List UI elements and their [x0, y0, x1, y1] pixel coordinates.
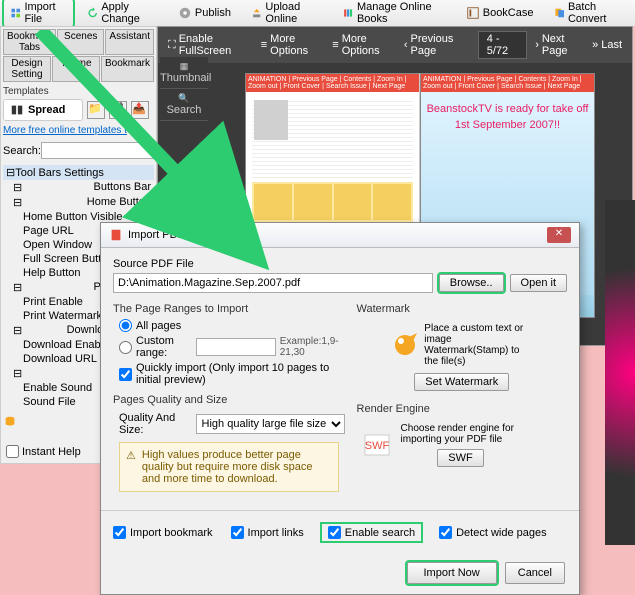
more-options-2[interactable]: ≡ More Options	[332, 33, 396, 57]
previous-page-button[interactable]: ‹ Previous Page	[404, 33, 470, 57]
detect-wide-checkbox[interactable]	[439, 526, 452, 539]
dialog-close-button[interactable]: ✕	[547, 227, 571, 243]
main-toolbar: Import File Apply Change Publish Upload …	[0, 0, 635, 26]
quality-size-label: Pages Quality and Size	[113, 394, 345, 406]
book-icon	[10, 103, 24, 117]
disk-icon	[178, 6, 192, 20]
watermark-text: Place a custom text or image Watermark(S…	[424, 323, 534, 367]
cartoon-strip	[252, 182, 413, 222]
tab-assistant[interactable]: Assistant	[105, 29, 154, 55]
import-now-button[interactable]: Import Now	[407, 562, 497, 584]
browse-button[interactable]: Browse..	[439, 274, 504, 292]
books-icon	[342, 6, 353, 20]
custom-range-input[interactable]	[196, 338, 276, 356]
watermark-icon	[389, 329, 421, 361]
tree-toolbar-settings[interactable]: ⊟Tool Bars Settings	[3, 165, 154, 180]
art-headline: BeanstockTV is ready for take off1st Sep…	[421, 92, 594, 140]
all-pages-radio[interactable]	[119, 319, 132, 332]
enable-fullscreen-button[interactable]: ⛶ Enable FullScreen	[168, 33, 253, 57]
manage-books-button[interactable]: Manage Online Books	[336, 0, 451, 27]
import-pdf-dialog: Import PDF ✕ Source PDF File Browse.. Op…	[100, 222, 580, 595]
import-icon	[10, 6, 21, 20]
svg-text:SWF: SWF	[364, 440, 389, 452]
tab-theme[interactable]: Theme	[52, 56, 100, 82]
search-tab[interactable]: 🔍Search	[160, 89, 208, 121]
pdf-icon	[109, 228, 123, 242]
import-bookmark-checkbox[interactable]	[113, 526, 126, 539]
cancel-button[interactable]: Cancel	[505, 562, 565, 584]
batch-convert-button[interactable]: Batch Convert	[548, 0, 632, 27]
db-icon	[3, 415, 17, 429]
render-engine-text: Choose render engine for importing your …	[401, 423, 521, 445]
warning-icon: ⚠	[126, 449, 136, 462]
custom-range-radio[interactable]	[119, 341, 132, 354]
tab-bookmark-tabs[interactable]: Bookmark Tabs	[3, 29, 56, 55]
dialog-title-text: Import PDF	[128, 229, 184, 241]
photo-placeholder	[254, 100, 288, 140]
apply-change-button[interactable]: Apply Change	[81, 0, 164, 27]
last-page-button[interactable]: » Last	[592, 39, 622, 51]
upload-icon	[251, 6, 262, 20]
publish-button[interactable]: Publish	[172, 4, 237, 22]
open-it-button[interactable]: Open it	[510, 274, 567, 292]
watermark-label: Watermark	[357, 303, 567, 315]
range-example: Example:1,9-21,30	[280, 336, 345, 358]
tab-design-setting[interactable]: Design Setting	[3, 56, 51, 82]
tab-bookmark[interactable]: Bookmark	[101, 56, 154, 82]
template-export-icon[interactable]: 📤	[131, 101, 149, 119]
set-watermark-button[interactable]: Set Watermark	[414, 373, 509, 391]
refresh-icon	[87, 6, 98, 20]
quality-and-size-label: Quality And Size:	[119, 412, 191, 436]
more-options-1[interactable]: ≡ More Options	[261, 33, 325, 57]
import-file-button[interactable]: Import File	[4, 0, 73, 27]
right-decoration	[605, 200, 635, 545]
quality-warning: ⚠High values produce better page quality…	[119, 442, 339, 492]
source-pdf-label: Source PDF File	[113, 258, 567, 270]
template-open-icon[interactable]: 📁	[87, 101, 105, 119]
more-templates-link[interactable]: More free online templates t	[3, 125, 154, 136]
enable-search-checkbox[interactable]	[328, 526, 341, 539]
batch-icon	[554, 6, 565, 20]
template-spread-button[interactable]: Spread	[3, 99, 83, 121]
thumbnail-tab[interactable]: ▦Thumbnail	[160, 57, 208, 89]
page-counter: 4 - 5/72	[478, 31, 527, 59]
search-label: Search:	[3, 145, 41, 157]
render-engine-label: Render Engine	[357, 403, 567, 415]
templates-label: Templates	[3, 86, 154, 97]
upload-online-button[interactable]: Upload Online	[245, 0, 329, 27]
quality-select[interactable]: High quality large file size	[196, 414, 345, 434]
source-pdf-input[interactable]	[113, 273, 433, 293]
instant-help-checkbox[interactable]	[6, 445, 19, 458]
bookcase-icon	[466, 6, 480, 20]
quick-import-checkbox[interactable]	[119, 368, 132, 381]
preview-toolbar: ⛶ Enable FullScreen ≡ More Options ≡ Mor…	[158, 27, 632, 63]
import-links-checkbox[interactable]	[231, 526, 244, 539]
tree-buttons-bar[interactable]: ⊟Buttons Bar	[3, 180, 154, 195]
page-header-left: ANIMATION | Previous Page | Contents | Z…	[246, 74, 419, 92]
tree-home-button[interactable]: ⊟Home Button	[3, 195, 154, 210]
page-ranges-label: The Page Ranges to Import	[113, 303, 345, 315]
page-header-right: ANIMATION | Previous Page | Contents | Z…	[421, 74, 594, 92]
swf-icon: SWF	[361, 429, 393, 461]
tab-scenes[interactable]: Scenes	[57, 29, 104, 55]
next-page-button[interactable]: › Next Page	[535, 33, 584, 57]
swf-button[interactable]: SWF	[437, 449, 483, 467]
template-save-icon[interactable]: 💾	[109, 101, 127, 119]
bookcase-button[interactable]: BookCase	[460, 4, 540, 22]
